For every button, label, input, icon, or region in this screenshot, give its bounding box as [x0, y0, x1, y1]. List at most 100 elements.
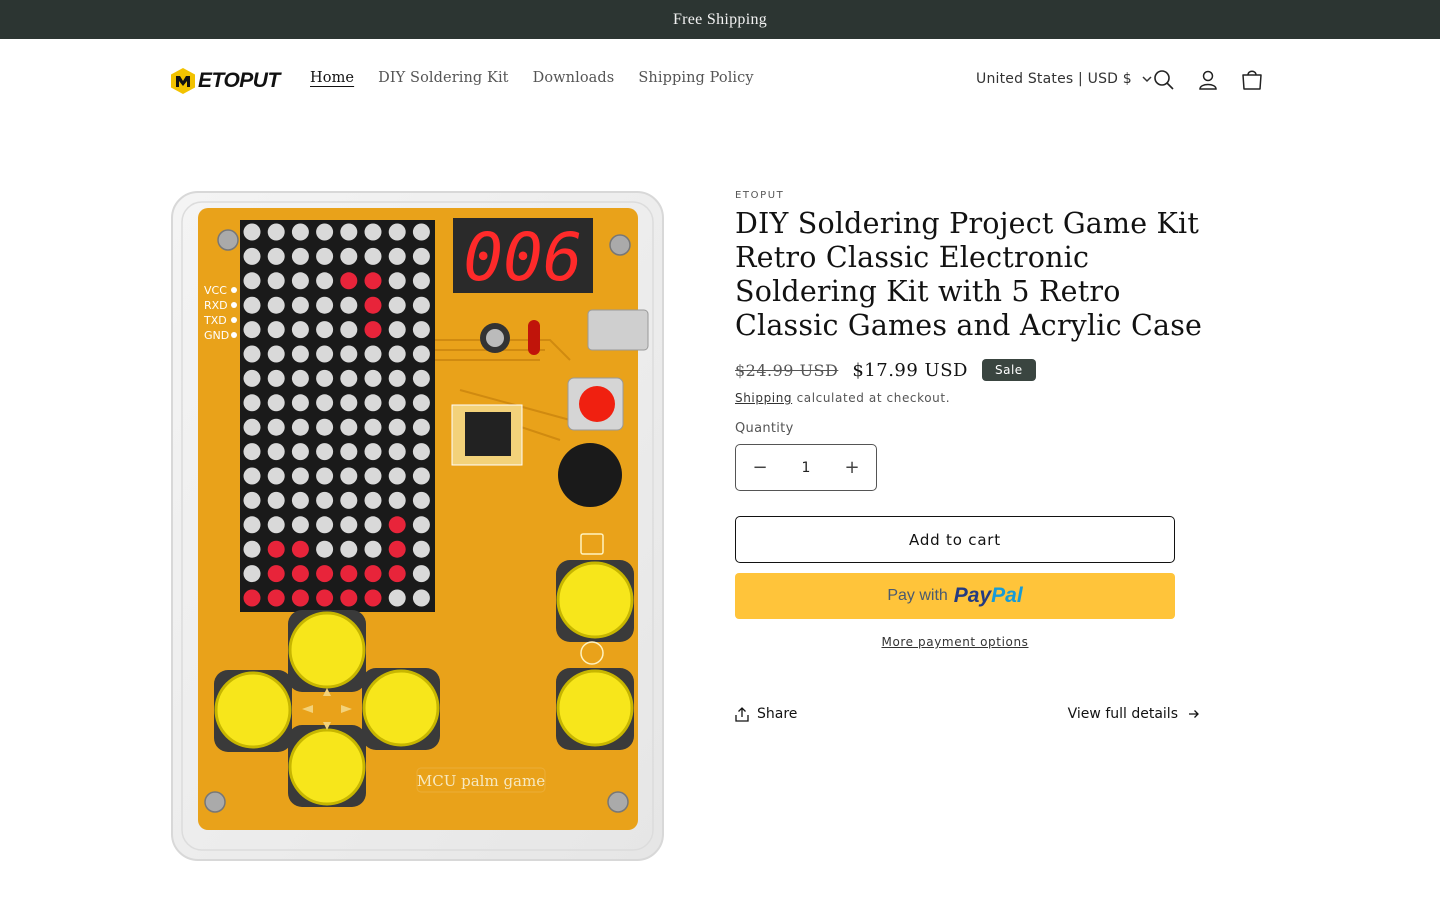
led-off: [316, 467, 334, 485]
led-off: [364, 540, 382, 558]
quantity-increase-button[interactable]: +: [844, 457, 860, 478]
led-off: [243, 565, 261, 583]
share-icon: [735, 706, 749, 722]
led-lit: [364, 589, 382, 607]
led-off: [364, 223, 382, 241]
led-off: [291, 321, 309, 339]
led-off: [412, 589, 430, 607]
led-off: [243, 296, 261, 314]
led-off: [364, 491, 382, 509]
nav-item-shipping-policy[interactable]: Shipping Policy: [626, 70, 765, 86]
led-lit: [316, 589, 334, 607]
paypal-button[interactable]: Pay with PayPal: [735, 573, 1175, 619]
view-full-details-link[interactable]: View full details: [1068, 706, 1200, 722]
led-off: [412, 272, 430, 290]
led-off: [412, 467, 430, 485]
quantity-decrease-button[interactable]: −: [752, 457, 768, 478]
led-off: [316, 491, 334, 509]
logo[interactable]: ETOPUT: [170, 67, 280, 95]
led-off: [412, 491, 430, 509]
led-lit: [364, 272, 382, 290]
led-off: [412, 565, 430, 583]
led-lit: [291, 565, 309, 583]
led-off: [267, 296, 285, 314]
led-off: [243, 516, 261, 534]
led-off: [316, 247, 334, 265]
add-to-cart-button[interactable]: Add to cart: [735, 516, 1175, 563]
seven-segment-display: 006: [463, 219, 582, 296]
led-off: [388, 369, 406, 387]
led-off: [267, 418, 285, 436]
led-lit: [267, 540, 285, 558]
led-off: [291, 296, 309, 314]
led-lit: [364, 565, 382, 583]
led-lit: [388, 540, 406, 558]
led-lit: [291, 540, 309, 558]
product-photo: 006 VCC RXD TXD GND MCU palm game: [171, 191, 664, 861]
led-off: [316, 321, 334, 339]
product-image[interactable]: 006 VCC RXD TXD GND MCU palm game: [170, 190, 665, 862]
led-off: [243, 394, 261, 412]
pin-label-gnd: GND: [204, 329, 229, 342]
led-lit: [364, 321, 382, 339]
pin-label-vcc: VCC: [204, 284, 227, 297]
sale-price: $17.99 USD: [852, 359, 968, 381]
more-payment-options-link[interactable]: More payment options: [735, 635, 1175, 649]
pin-label-txd: TXD: [203, 314, 227, 327]
led-off: [412, 516, 430, 534]
arrow-right-icon: [1189, 710, 1199, 718]
search-icon[interactable]: [1151, 67, 1177, 93]
site-header: ETOPUT Home DIY Soldering Kit Downloads …: [0, 39, 1440, 123]
led-lit: [340, 272, 358, 290]
cart-icon[interactable]: [1239, 67, 1265, 93]
shipping-link[interactable]: Shipping: [735, 391, 792, 405]
nav-item-diy-soldering-kit[interactable]: DIY Soldering Kit: [366, 70, 521, 86]
led-off: [243, 321, 261, 339]
led-off: [364, 418, 382, 436]
led-off: [364, 394, 382, 412]
announcement-bar: Free Shipping: [0, 0, 1440, 39]
led-off: [388, 443, 406, 461]
led-off: [340, 491, 358, 509]
led-lit: [267, 589, 285, 607]
board-label: MCU palm game: [417, 772, 545, 790]
led-off: [412, 345, 430, 363]
nav-item-home[interactable]: Home: [298, 70, 366, 86]
view-full-details-label: View full details: [1067, 706, 1178, 722]
led-off: [267, 443, 285, 461]
led-off: [412, 540, 430, 558]
led-off: [243, 223, 261, 241]
logo-mark-icon: [171, 68, 195, 94]
led-off: [388, 491, 406, 509]
led-off: [243, 272, 261, 290]
quantity-stepper: − 1 +: [735, 444, 877, 491]
led-off: [316, 394, 334, 412]
led-off: [340, 418, 358, 436]
led-off: [340, 540, 358, 558]
led-off: [291, 223, 309, 241]
led-lit: [388, 516, 406, 534]
led-off: [340, 321, 358, 339]
led-lit: [388, 565, 406, 583]
led-off: [340, 516, 358, 534]
led-off: [364, 467, 382, 485]
share-button[interactable]: Share: [735, 706, 797, 722]
led-off: [291, 516, 309, 534]
nav-item-downloads[interactable]: Downloads: [521, 70, 627, 86]
led-off: [267, 394, 285, 412]
led-off: [316, 516, 334, 534]
led-off: [243, 345, 261, 363]
account-icon[interactable]: [1195, 67, 1221, 93]
shipping-note-text: calculated at checkout.: [792, 391, 951, 405]
led-off: [243, 418, 261, 436]
quantity-input[interactable]: 1: [802, 460, 811, 476]
led-off: [316, 418, 334, 436]
country-selector[interactable]: United States | USD $: [976, 71, 1152, 87]
price-row: $24.99 USD $17.99 USD Sale: [735, 359, 1205, 381]
led-off: [364, 369, 382, 387]
led-off: [243, 491, 261, 509]
led-off: [243, 540, 261, 558]
led-off: [412, 418, 430, 436]
led-off: [364, 345, 382, 363]
led-off: [267, 247, 285, 265]
